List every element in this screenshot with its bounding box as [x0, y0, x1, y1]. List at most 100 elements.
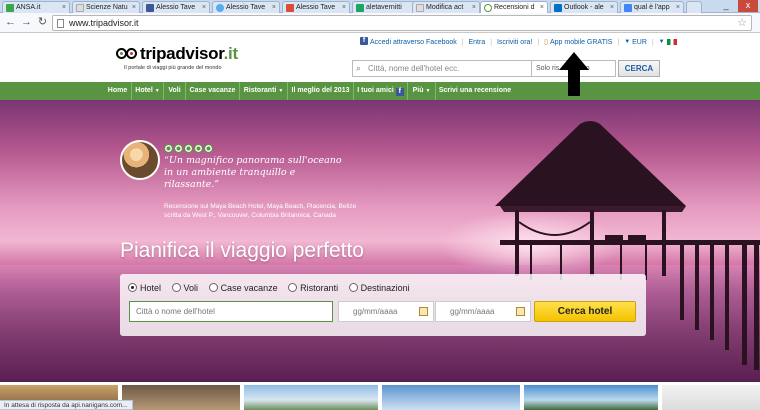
browser-tab[interactable]: Alessio Tave × — [212, 1, 280, 13]
rating-bubble-icon — [184, 144, 193, 153]
browser-tab[interactable]: ANSA.it × — [2, 1, 70, 13]
radio-icon — [288, 283, 298, 292]
url-text: www.tripadvisor.it — [69, 18, 139, 28]
radio-ristoranti[interactable]: Ristoranti — [288, 283, 338, 294]
nav-label: Più — [412, 87, 424, 94]
thumbnail-image[interactable] — [524, 385, 658, 410]
facebook-login-link[interactable]: f Accedi attraverso Facebook — [360, 37, 457, 48]
review-source[interactable]: Recensione sul Maya Beach Hotel, Maya Be… — [164, 202, 374, 220]
nav-item-voli[interactable]: Voli — [164, 82, 186, 100]
nav-item-case-vacanze[interactable]: Case vacanze — [186, 82, 240, 100]
chevron-down-icon: ▼ — [154, 88, 160, 94]
chevron-down-icon: ▼ — [624, 39, 631, 45]
close-icon[interactable]: × — [540, 2, 544, 13]
reload-button[interactable]: ↻ — [36, 16, 49, 29]
tripadvisor-icon — [484, 4, 492, 12]
page-icon — [76, 4, 84, 12]
login-link[interactable]: Entra — [469, 37, 486, 48]
tab-label: Alessio Tave — [296, 4, 336, 11]
tab-label: Modifica act — [426, 4, 464, 11]
forward-button[interactable]: → — [20, 16, 33, 29]
close-icon[interactable]: × — [62, 2, 66, 13]
radio-checked-icon — [128, 283, 137, 292]
search-placeholder: Città, nome dell'hotel ecc. — [368, 64, 460, 73]
close-icon[interactable]: × — [472, 2, 476, 13]
back-button[interactable]: ← — [4, 16, 17, 29]
calendar-icon[interactable] — [419, 307, 428, 316]
new-tab-button[interactable] — [686, 1, 702, 13]
close-window-button[interactable]: x — [738, 0, 758, 12]
hero-title: Pianifica il viaggio perfetto — [120, 239, 364, 262]
browser-tab[interactable]: Alessio Tave × — [142, 1, 210, 13]
currency-dropdown[interactable]: ▼ EUR — [624, 37, 647, 48]
close-icon[interactable]: × — [272, 2, 276, 13]
radio-destinazioni[interactable]: Destinazioni — [348, 283, 410, 294]
nav-item-meglio-2013[interactable]: Il meglio del 2013 — [288, 82, 354, 100]
radio-icon — [208, 283, 218, 292]
bookmark-star-icon[interactable]: ☆ — [737, 16, 747, 29]
top-links: f Accedi attraverso Facebook | Entra | Is… — [360, 37, 677, 48]
language-dropdown[interactable]: ▼ — [659, 37, 677, 48]
close-icon[interactable]: × — [676, 2, 680, 13]
radio-hotel[interactable]: Hotel — [128, 283, 161, 294]
nav-label: Ristoranti — [243, 87, 277, 94]
thumbnail-image[interactable] — [662, 385, 760, 410]
search-icon: ⌕ — [356, 63, 362, 73]
ansa-icon — [6, 4, 14, 12]
thumbnail-image[interactable] — [122, 385, 240, 410]
calendar-icon[interactable] — [516, 307, 525, 316]
featured-review: “Un magnifico panorama sull'oceano in un… — [120, 140, 370, 230]
close-icon[interactable]: × — [610, 2, 614, 13]
radio-voli[interactable]: Voli — [171, 283, 198, 294]
status-bar: In attesa di risposta da api.nanigans.co… — [0, 400, 133, 410]
search-hotel-button[interactable]: Cerca hotel — [534, 301, 636, 322]
date-placeholder: gg/mm/aaaa — [450, 307, 495, 316]
tripadvisor-logo[interactable]: tripadvisor.it Il portale di viaggi più … — [116, 44, 256, 76]
browser-tab[interactable]: Alessio Tave × — [282, 1, 350, 13]
close-icon[interactable]: × — [202, 2, 206, 13]
page-icon — [416, 4, 424, 12]
browser-tab[interactable]: aletavernitti × — [352, 1, 420, 13]
nav-item-amici[interactable]: I tuoi amici f — [354, 82, 408, 100]
checkout-date-input[interactable]: gg/mm/aaaa — [435, 301, 531, 322]
close-icon[interactable]: × — [132, 2, 136, 13]
address-bar[interactable]: www.tripadvisor.it ☆ — [52, 15, 752, 31]
nav-item-scrivi-recensione[interactable]: Scrivi una recensione — [436, 82, 514, 100]
browser-tab[interactable]: Scienze Natu × — [72, 1, 140, 13]
italy-flag-icon — [666, 39, 677, 45]
minimize-button[interactable]: _ — [716, 0, 736, 12]
date-placeholder: gg/mm/aaaa — [353, 307, 398, 316]
search-button[interactable]: CERCA — [618, 60, 660, 77]
pier-hut-illustration — [495, 121, 760, 370]
nav-label: Il meglio del 2013 — [291, 87, 350, 94]
reviewer-photo — [120, 140, 160, 180]
facebook-icon: f — [395, 88, 404, 96]
radio-label: Ristoranti — [300, 283, 339, 293]
nav-item-piu[interactable]: Più ▼ — [408, 82, 436, 100]
browser-tab[interactable]: Outlook - ale × — [550, 1, 618, 13]
checkin-date-input[interactable]: gg/mm/aaaa — [338, 301, 434, 322]
tab-label: Recensioni d — [494, 4, 535, 11]
tab-label: Alessio Tave — [226, 4, 266, 11]
mobile-app-label: App mobile GRATIS — [549, 39, 613, 46]
rating-bubble-icon — [204, 144, 213, 153]
nav-item-home[interactable]: Home — [104, 82, 132, 100]
booking-search-box: Hotel Voli Case vacanze Ristoranti Desti… — [120, 274, 646, 336]
browser-tab[interactable]: qual è l'app × — [620, 1, 684, 13]
tab-label: qual è l'app — [634, 4, 670, 11]
browser-tab[interactable]: Modifica act × — [412, 1, 480, 13]
signup-link[interactable]: Iscriviti ora! — [497, 37, 532, 48]
browser-window: { "browser": { "tabs": [ {"label": "ANSA… — [0, 0, 760, 410]
nav-label: Scrivi una recensione — [438, 87, 512, 94]
mobile-app-link[interactable]: ▯ App mobile GRATIS — [544, 37, 612, 48]
city-input[interactable]: Città o nome dell'hotel — [129, 301, 333, 322]
google-plus-icon — [286, 4, 294, 12]
thumbnail-image[interactable] — [382, 385, 520, 410]
owl-logo-icon — [116, 48, 138, 60]
radio-case-vacanze[interactable]: Case vacanze — [208, 283, 278, 294]
nav-item-hotel[interactable]: Hotel ▼ — [132, 82, 164, 100]
thumbnail-image[interactable] — [244, 385, 378, 410]
search-input[interactable]: ⌕ Città, nome dell'hotel ecc. — [352, 60, 532, 77]
close-icon[interactable]: × — [342, 2, 346, 13]
nav-item-ristoranti[interactable]: Ristoranti ▼ — [240, 82, 288, 100]
